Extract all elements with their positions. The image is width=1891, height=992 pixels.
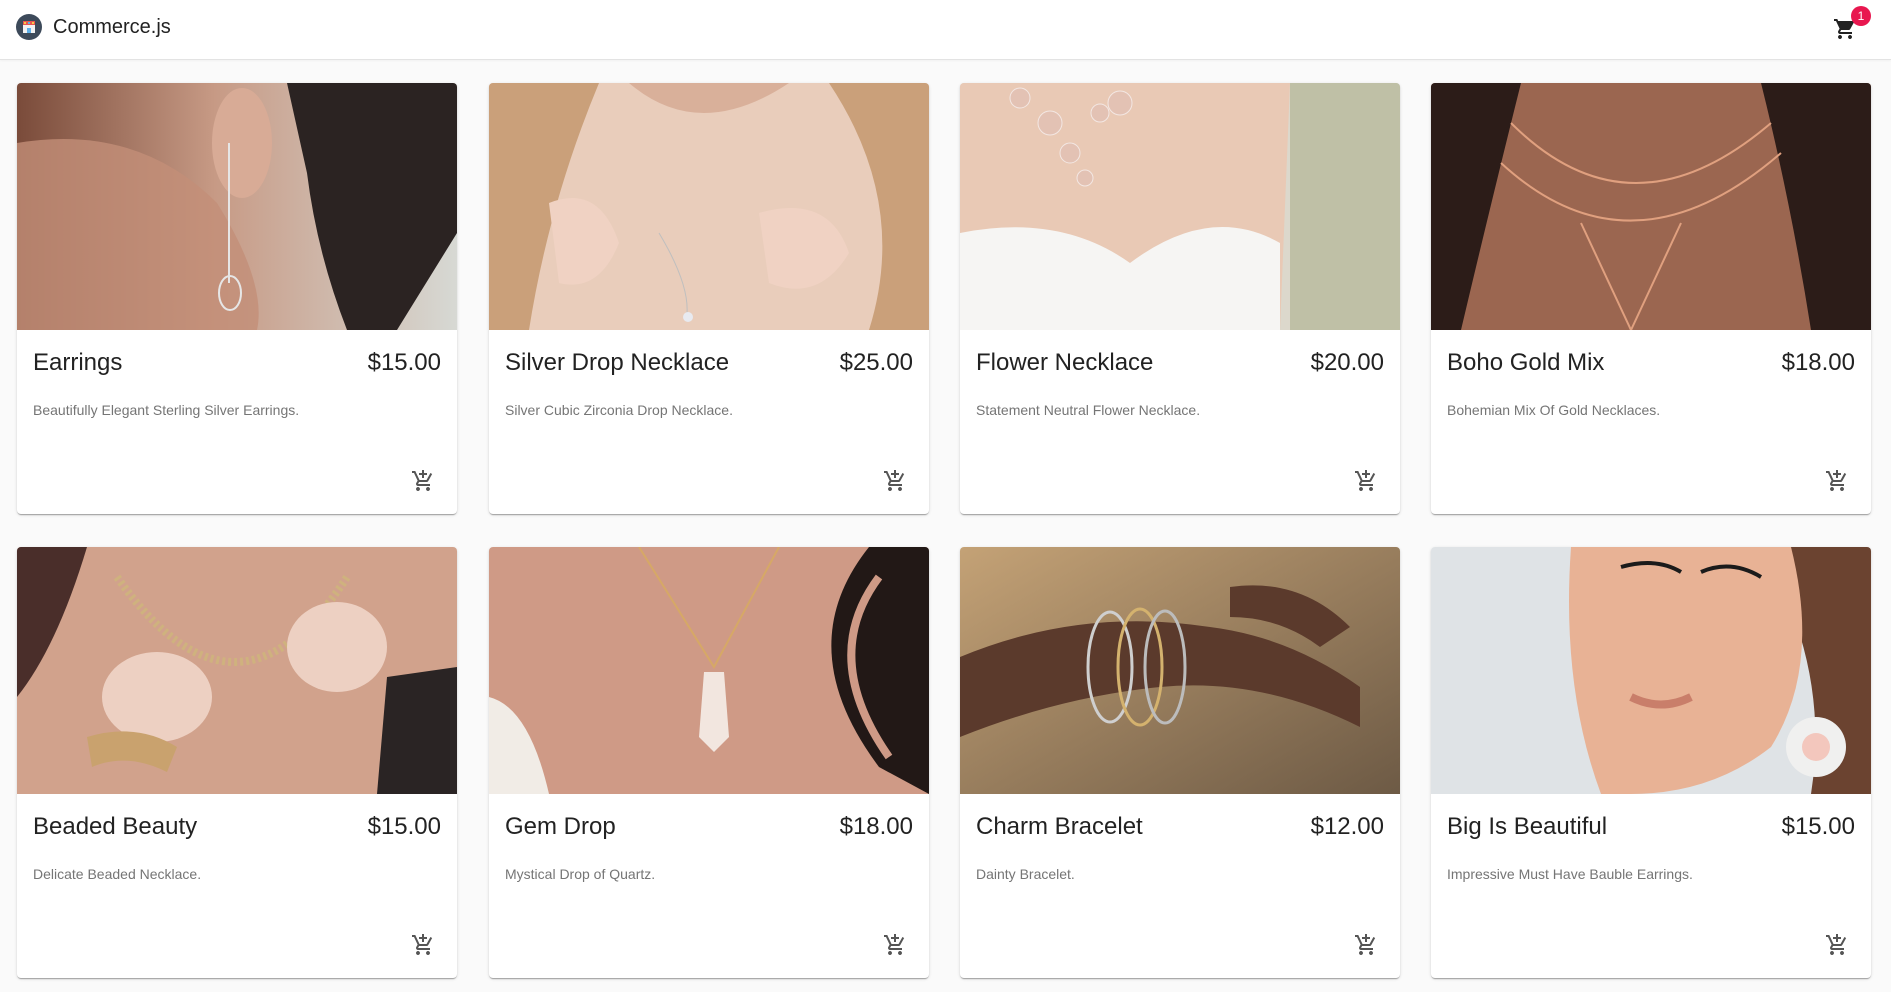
- product-description: Beautifully Elegant Sterling Silver Earr…: [33, 402, 300, 418]
- product-card: Gem Drop $18.00 Mystical Drop of Quartz.: [489, 547, 929, 978]
- product-price: $25.00: [839, 349, 913, 376]
- product-name: Flower Necklace: [976, 349, 1154, 376]
- product-description: Bohemian Mix Of Gold Necklaces.: [1447, 402, 1661, 418]
- product-name: Big Is Beautiful: [1447, 813, 1608, 840]
- product-price: $15.00: [367, 813, 441, 840]
- product-card: Silver Drop Necklace $25.00 Silver Cubic…: [489, 83, 929, 514]
- add-to-cart-button[interactable]: [411, 933, 437, 959]
- add-shopping-cart-icon: [1355, 470, 1376, 491]
- product-name: Charm Bracelet: [976, 813, 1143, 840]
- add-shopping-cart-icon: [412, 470, 433, 491]
- add-to-cart-button[interactable]: [1825, 933, 1851, 959]
- product-description: Impressive Must Have Bauble Earrings.: [1447, 866, 1693, 882]
- add-to-cart-button[interactable]: [1354, 933, 1380, 959]
- gem-drop-photo[interactable]: [489, 547, 929, 794]
- product-description: Dainty Bracelet.: [976, 866, 1075, 882]
- product-price: $18.00: [1781, 349, 1855, 376]
- cart-count-badge: 1: [1851, 6, 1871, 26]
- add-shopping-cart-icon: [884, 470, 905, 491]
- product-price: $15.00: [1781, 813, 1855, 840]
- product-name: Gem Drop: [505, 813, 616, 840]
- product-price: $15.00: [367, 349, 441, 376]
- add-to-cart-button[interactable]: [883, 933, 909, 959]
- add-shopping-cart-icon: [412, 934, 433, 955]
- charm-bracelet-photo[interactable]: [960, 547, 1400, 794]
- add-to-cart-button[interactable]: [883, 469, 909, 495]
- earrings-photo[interactable]: [17, 83, 457, 330]
- brand-title: Commerce.js: [53, 15, 171, 38]
- product-description: Delicate Beaded Necklace.: [33, 866, 202, 882]
- product-price: $12.00: [1310, 813, 1384, 840]
- beaded-beauty-photo[interactable]: [17, 547, 457, 794]
- product-price: $18.00: [839, 813, 913, 840]
- product-card: Boho Gold Mix $18.00 Bohemian Mix Of Gol…: [1431, 83, 1871, 514]
- product-card: Earrings $15.00 Beautifully Elegant Ster…: [17, 83, 457, 514]
- boho-gold-mix-photo[interactable]: [1431, 83, 1871, 330]
- product-card: Charm Bracelet $12.00 Dainty Bracelet.: [960, 547, 1400, 978]
- product-description: Statement Neutral Flower Necklace.: [976, 402, 1201, 418]
- product-description: Mystical Drop of Quartz.: [505, 866, 656, 882]
- flower-necklace-photo[interactable]: [960, 83, 1400, 330]
- product-card: Beaded Beauty $15.00 Delicate Beaded Nec…: [17, 547, 457, 978]
- big-is-beautiful-photo[interactable]: [1431, 547, 1871, 794]
- add-to-cart-button[interactable]: [411, 469, 437, 495]
- brand[interactable]: Commerce.js: [16, 14, 171, 40]
- product-price: $20.00: [1310, 349, 1384, 376]
- product-card: Flower Necklace $20.00 Statement Neutral…: [960, 83, 1400, 514]
- silver-drop-necklace-photo[interactable]: [489, 83, 929, 330]
- store-logo-icon: [16, 14, 42, 40]
- product-name: Boho Gold Mix: [1447, 349, 1605, 376]
- cart-button[interactable]: 1: [1833, 6, 1871, 44]
- product-description: Silver Cubic Zirconia Drop Necklace.: [505, 402, 733, 418]
- product-name: Earrings: [33, 349, 123, 376]
- add-shopping-cart-icon: [1826, 934, 1847, 955]
- product-card: Big Is Beautiful $15.00 Impressive Must …: [1431, 547, 1871, 978]
- product-name: Silver Drop Necklace: [505, 349, 730, 376]
- product-name: Beaded Beauty: [33, 813, 198, 840]
- add-to-cart-button[interactable]: [1825, 469, 1851, 495]
- add-shopping-cart-icon: [1355, 934, 1376, 955]
- add-shopping-cart-icon: [1826, 470, 1847, 491]
- app-bar: Commerce.js 1: [0, 0, 1891, 60]
- add-to-cart-button[interactable]: [1354, 469, 1380, 495]
- add-shopping-cart-icon: [884, 934, 905, 955]
